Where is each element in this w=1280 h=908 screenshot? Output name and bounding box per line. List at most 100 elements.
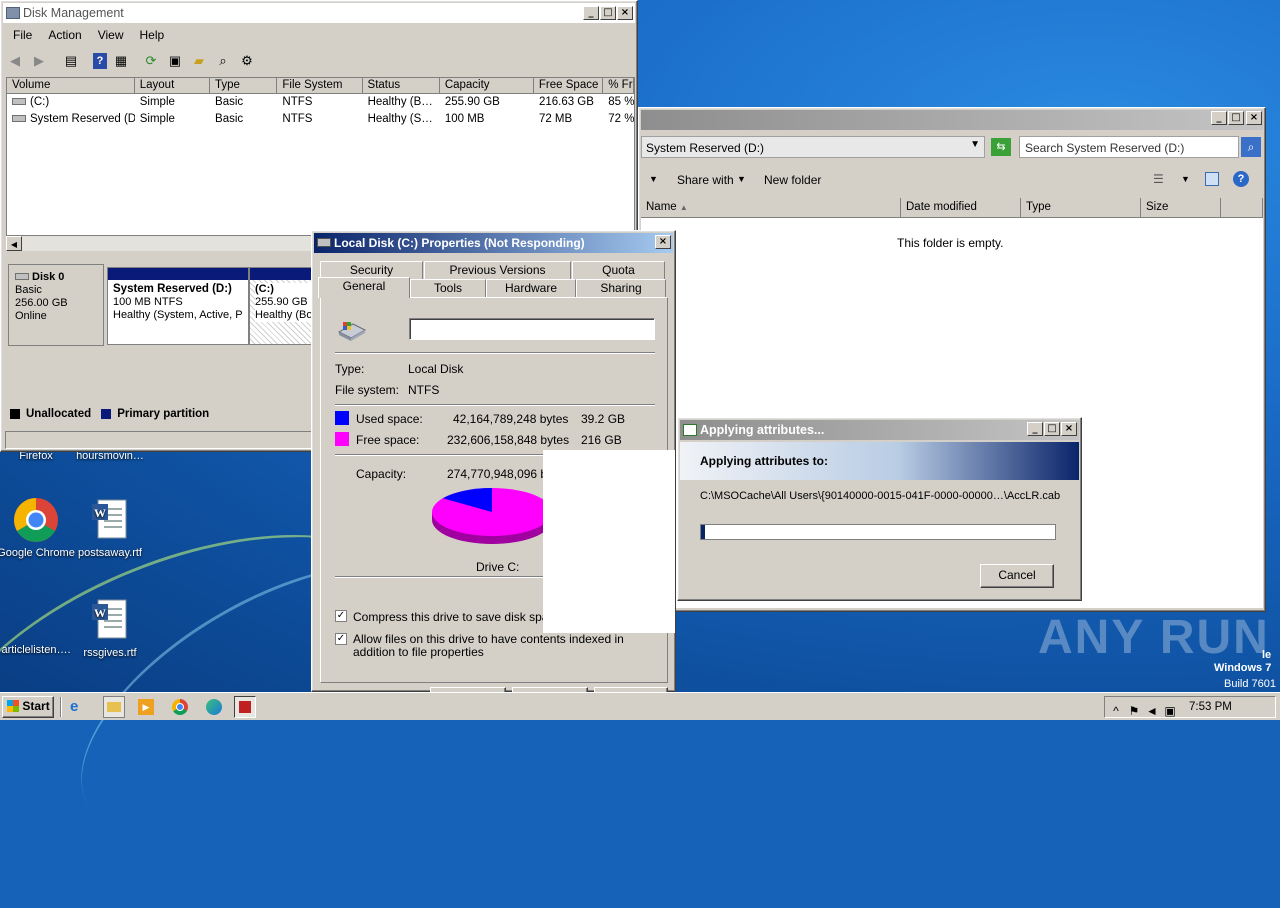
refresh-icon[interactable]: ⇆ bbox=[991, 138, 1011, 156]
scroll-left-arrow[interactable]: ◀ bbox=[6, 236, 22, 251]
tab-tools[interactable]: Tools bbox=[410, 279, 486, 297]
column-percent-free[interactable]: % Fr bbox=[603, 78, 634, 94]
column-file-system[interactable]: File System bbox=[277, 78, 363, 94]
free-space-bytes: 232,606,158,848 bytes bbox=[447, 433, 570, 447]
menu-file[interactable]: File bbox=[5, 25, 40, 47]
settings-icon[interactable]: ⚙ bbox=[237, 51, 257, 71]
applying-attributes-titlebar[interactable]: Applying attributes... bbox=[680, 420, 1079, 440]
edge-icon[interactable] bbox=[206, 699, 222, 715]
menu-action[interactable]: Action bbox=[40, 25, 89, 47]
index-checkbox[interactable]: ✓ bbox=[335, 633, 347, 645]
preview-pane-icon[interactable] bbox=[1205, 172, 1219, 186]
open-folder-icon[interactable]: ▰ bbox=[189, 51, 209, 71]
cancel-button[interactable]: Cancel bbox=[980, 564, 1054, 588]
column-size[interactable]: Size bbox=[1141, 198, 1221, 218]
media-player-icon[interactable]: ▶ bbox=[138, 699, 154, 715]
menu-view[interactable]: View bbox=[90, 25, 132, 47]
network-icon[interactable]: ▣ bbox=[1163, 704, 1177, 718]
tab-previous-versions[interactable]: Previous Versions bbox=[424, 261, 571, 279]
column-capacity[interactable]: Capacity bbox=[439, 78, 534, 94]
compress-checkbox[interactable]: ✓ bbox=[335, 610, 347, 622]
close-button[interactable]: × bbox=[617, 6, 633, 20]
close-button[interactable]: × bbox=[1246, 111, 1262, 125]
disk-management-titlebar[interactable]: Disk Management bbox=[3, 3, 635, 23]
new-folder-button[interactable]: New folder bbox=[764, 173, 821, 187]
organize-dropdown-icon[interactable]: ▼ bbox=[649, 174, 658, 184]
drive-label-input[interactable] bbox=[409, 318, 655, 340]
start-button[interactable]: Start bbox=[2, 696, 54, 718]
address-dropdown-icon[interactable]: ▼ bbox=[970, 139, 980, 150]
menu-help[interactable]: Help bbox=[132, 25, 173, 47]
legend-unallocated-swatch bbox=[10, 409, 20, 419]
minimize-button[interactable]: _ bbox=[583, 6, 599, 20]
column-volume[interactable]: Volume bbox=[7, 78, 135, 94]
desktop-icon-rssgives[interactable]: W rssgives.rtf bbox=[70, 596, 150, 659]
share-with-dropdown-icon[interactable]: ▼ bbox=[737, 174, 746, 184]
used-space-bytes: 42,164,789,248 bytes bbox=[453, 412, 569, 426]
drive-caption: Drive C: bbox=[476, 560, 520, 574]
search-icon[interactable]: ⌕ bbox=[213, 51, 233, 71]
back-arrow-icon[interactable]: ◀ bbox=[5, 51, 25, 71]
window-title: Disk Management bbox=[23, 6, 124, 20]
view-dropdown-icon[interactable]: ▼ bbox=[1181, 174, 1190, 184]
tab-hardware[interactable]: Hardware bbox=[486, 279, 576, 297]
rescan-icon[interactable]: ▣ bbox=[165, 51, 185, 71]
disk0-info[interactable]: Disk 0 Basic 256.00 GB Online bbox=[8, 264, 104, 346]
table-row[interactable]: (C:) Simple Basic NTFS Healthy (B… 255.9… bbox=[7, 94, 634, 111]
attributes-icon bbox=[683, 424, 697, 436]
tab-sharing[interactable]: Sharing bbox=[576, 279, 666, 297]
ie-icon[interactable]: e bbox=[70, 699, 88, 715]
tab-general[interactable]: General bbox=[318, 277, 410, 298]
drive-large-icon bbox=[337, 320, 367, 341]
console-tree-icon[interactable]: ▤ bbox=[61, 51, 81, 71]
horizontal-scrollbar[interactable]: ◀ bbox=[6, 235, 316, 251]
file-list-header: Name ▲ Date modified Type Size bbox=[641, 198, 1263, 218]
applying-attributes-dialog: Applying attributes... _ □ × Applying at… bbox=[677, 417, 1082, 601]
tab-quota[interactable]: Quota bbox=[572, 261, 665, 279]
unpainted-region bbox=[543, 450, 675, 633]
minimize-button[interactable]: _ bbox=[1027, 422, 1043, 436]
show-hidden-icons[interactable]: ^ bbox=[1109, 704, 1123, 718]
view-options-icon[interactable]: ☰ bbox=[1153, 172, 1164, 186]
properties-icon[interactable]: ▦ bbox=[111, 51, 131, 71]
close-button[interactable]: × bbox=[655, 235, 671, 249]
desktop-icon-articlelisten[interactable]: articlelisten…. bbox=[0, 596, 76, 656]
forward-arrow-icon[interactable]: ▶ bbox=[29, 51, 49, 71]
share-with-button[interactable]: Share with bbox=[677, 173, 734, 187]
applying-path: C:\MSOCache\All Users\{90140000-0015-041… bbox=[700, 490, 1061, 502]
close-button[interactable]: × bbox=[1061, 422, 1077, 436]
column-date-modified[interactable]: Date modified bbox=[901, 198, 1021, 218]
explorer-titlebar[interactable] bbox=[641, 110, 1263, 130]
column-layout[interactable]: Layout bbox=[134, 78, 211, 94]
desktop-icon-chrome[interactable]: Google Chrome bbox=[0, 496, 76, 559]
partition-system-reserved[interactable]: System Reserved (D:) 100 MB NTFS Healthy… bbox=[107, 267, 249, 345]
search-input[interactable]: Search System Reserved (D:) bbox=[1019, 136, 1239, 158]
column-type[interactable]: Type bbox=[1021, 198, 1141, 218]
search-icon[interactable]: ⌕ bbox=[1241, 137, 1261, 157]
disk-mgmt-taskbar-icon[interactable] bbox=[234, 696, 256, 718]
partition-c[interactable]: (C:) 255.90 GB N Healthy (Bo bbox=[249, 267, 317, 345]
refresh-icon[interactable]: ⟳ bbox=[141, 51, 161, 71]
command-bar: ▼ Share with ▼ New folder ☰ ▼ ? bbox=[641, 166, 1263, 194]
volume-list[interactable]: Volume Layout Type File System Status Ca… bbox=[6, 77, 635, 251]
help-icon[interactable]: ? bbox=[1233, 171, 1249, 187]
column-name[interactable]: Name ▲ bbox=[641, 198, 901, 218]
drive-icon bbox=[317, 238, 331, 247]
chrome-taskbar-icon[interactable] bbox=[172, 699, 188, 715]
volume-icon[interactable]: ◄ bbox=[1145, 704, 1159, 718]
column-type[interactable]: Type bbox=[210, 78, 278, 94]
maximize-button[interactable]: □ bbox=[1044, 422, 1060, 436]
column-status[interactable]: Status bbox=[362, 78, 440, 94]
maximize-button[interactable]: □ bbox=[1228, 111, 1244, 125]
flag-icon[interactable]: ⚑ bbox=[1127, 704, 1141, 718]
clock[interactable]: 7:53 PM bbox=[1189, 701, 1232, 713]
desktop-icon-postsaway[interactable]: W postsaway.rtf bbox=[70, 496, 150, 559]
address-bar[interactable]: System Reserved (D:) ▼ bbox=[641, 136, 985, 158]
maximize-button[interactable]: □ bbox=[600, 6, 616, 20]
column-free-space[interactable]: Free Space bbox=[533, 78, 604, 94]
explorer-icon[interactable] bbox=[103, 696, 125, 718]
properties-titlebar[interactable]: Local Disk (C:) Properties (Not Respondi… bbox=[314, 233, 673, 253]
minimize-button[interactable]: _ bbox=[1211, 111, 1227, 125]
table-row[interactable]: System Reserved (D:) Simple Basic NTFS H… bbox=[7, 111, 634, 128]
help-icon[interactable]: ? bbox=[93, 53, 107, 69]
